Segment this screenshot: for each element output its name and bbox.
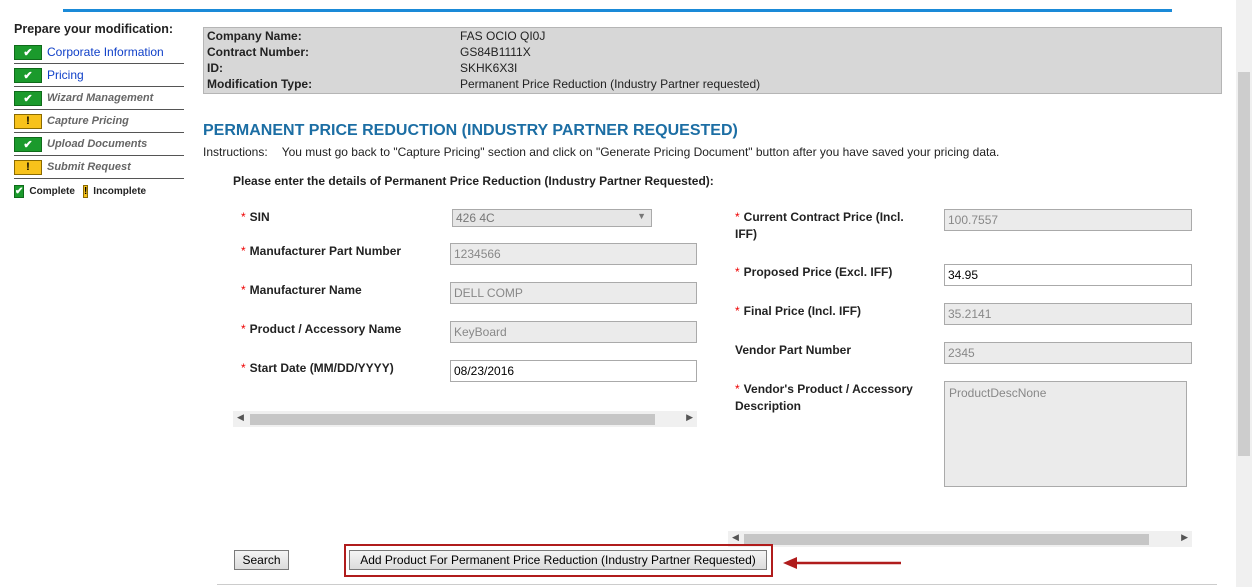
manufacturer-name-input[interactable]	[450, 282, 697, 304]
left-scrollbar-thumb[interactable]	[250, 414, 655, 425]
top-divider	[63, 9, 1172, 12]
modification-steps-sidebar: Prepare your modification: ✔ Corporate I…	[14, 22, 184, 198]
step-wizard-management: ✔ Wizard Management	[14, 87, 184, 110]
exclamation-icon: !	[82, 185, 89, 198]
mname-label: * Manufacturer Name	[241, 283, 362, 297]
start-date-input[interactable]	[450, 360, 697, 382]
right-horizontal-scrollbar[interactable]: ◀ ▶	[728, 531, 1192, 547]
checkmark-icon: ✔	[14, 136, 42, 152]
modtype-label: Modification Type:	[207, 77, 313, 91]
final-price-label: * Final Price (Incl. IFF)	[735, 304, 862, 318]
page-scrollbar-thumb[interactable]	[1238, 72, 1250, 456]
contract-info-panel: Company Name: FAS OCIO QI0J Contract Num…	[203, 27, 1222, 94]
contract-value: GS84B1111X	[460, 45, 531, 59]
product-label: * Product / Accessory Name	[241, 322, 402, 336]
instructions: Instructions: You must go back to "Captur…	[203, 145, 999, 159]
instructions-label: Instructions:	[203, 145, 268, 159]
page-title: PERMANENT PRICE REDUCTION (INDUSTRY PART…	[203, 122, 738, 139]
legend-incomplete: Incomplete	[93, 186, 147, 197]
step-link-pricing[interactable]: Pricing	[47, 68, 84, 82]
right-scrollbar-thumb[interactable]	[744, 534, 1149, 545]
contract-label: Contract Number:	[207, 45, 310, 59]
checkmark-icon: ✔	[14, 90, 42, 106]
vendor-description-label: * Vendor's Product / Accessory Descriptio…	[735, 382, 913, 413]
step-corporate-information: ✔ Corporate Information	[14, 41, 184, 64]
pointer-arrow-icon	[783, 557, 901, 569]
proposed-price-input[interactable]	[944, 264, 1192, 286]
status-legend: ✔ Complete ! Incomplete	[14, 185, 184, 198]
company-value: FAS OCIO QI0J	[460, 29, 546, 43]
proposed-price-label: * Proposed Price (Excl. IFF)	[735, 265, 893, 279]
checkmark-icon: ✔	[14, 185, 25, 198]
scroll-right-icon[interactable]: ▶	[686, 412, 693, 423]
sin-select[interactable]: 426 4C ▼	[452, 209, 652, 227]
sidebar-title: Prepare your modification:	[14, 22, 174, 36]
checkmark-icon: ✔	[14, 67, 42, 83]
product-name-input[interactable]	[450, 321, 697, 343]
form-intro: Please enter the details of Permanent Pr…	[233, 174, 714, 188]
legend-complete: Complete	[29, 186, 75, 197]
company-label: Company Name:	[207, 29, 302, 43]
step-label-submit-request: Submit Request	[47, 161, 131, 173]
step-upload-documents: ✔ Upload Documents	[14, 133, 184, 156]
vendor-part-number-label: Vendor Part Number	[735, 343, 852, 357]
scroll-left-icon[interactable]: ◀	[237, 412, 244, 423]
scroll-left-icon[interactable]: ◀	[732, 532, 739, 543]
exclamation-icon: !	[14, 159, 42, 175]
checkmark-icon: ✔	[14, 44, 42, 60]
id-label: ID:	[207, 61, 223, 75]
step-capture-pricing: ! Capture Pricing	[14, 110, 184, 133]
bottom-divider	[217, 584, 1217, 585]
sin-selected-value: 426 4C	[456, 211, 495, 225]
current-price-label: * Current Contract Price (Incl. IFF)	[735, 210, 904, 241]
mpn-label: * Manufacturer Part Number	[241, 244, 402, 258]
scroll-right-icon[interactable]: ▶	[1181, 532, 1188, 543]
vendor-part-number-input[interactable]	[944, 342, 1192, 364]
step-pricing: ✔ Pricing	[14, 64, 184, 87]
step-submit-request: ! Submit Request	[14, 156, 184, 179]
chevron-down-icon: ▼	[637, 211, 646, 221]
sin-label: * SIN	[241, 210, 270, 224]
start-date-label: * Start Date (MM/DD/YYYY)	[241, 361, 394, 375]
current-contract-price-input[interactable]	[944, 209, 1192, 231]
final-price-input[interactable]	[944, 303, 1192, 325]
step-label-capture-pricing: Capture Pricing	[47, 115, 129, 127]
step-label-wizard-management: Wizard Management	[47, 92, 154, 104]
add-product-button[interactable]: Add Product For Permanent Price Reductio…	[349, 550, 767, 570]
exclamation-icon: !	[14, 113, 42, 129]
instructions-text: You must go back to "Capture Pricing" se…	[281, 145, 1000, 159]
left-horizontal-scrollbar[interactable]: ◀ ▶	[233, 411, 697, 427]
id-value: SKHK6X3I	[460, 61, 518, 75]
manufacturer-part-number-input[interactable]	[450, 243, 697, 265]
modtype-value: Permanent Price Reduction (Industry Part…	[460, 77, 761, 91]
step-link-corporate-information[interactable]: Corporate Information	[47, 45, 164, 59]
vendor-description-textarea[interactable]: ProductDescNone	[944, 381, 1187, 487]
search-button[interactable]: Search	[234, 550, 289, 570]
step-label-upload-documents: Upload Documents	[47, 138, 148, 150]
